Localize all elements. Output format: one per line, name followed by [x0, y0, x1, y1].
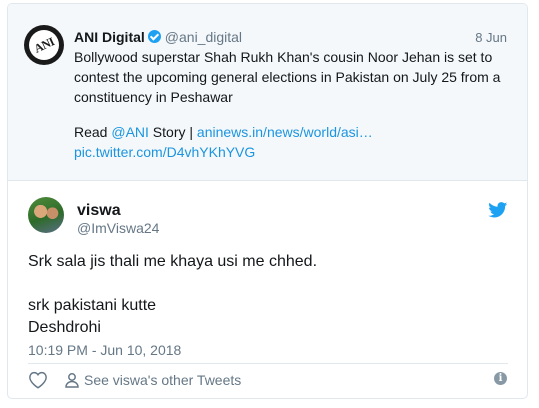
info-icon[interactable]: i — [494, 372, 507, 385]
user-display-name[interactable]: viswa — [77, 202, 121, 220]
quoted-tweet[interactable]: ANI ANI Digital @ani_digital 8 Jun Bollyw… — [8, 4, 527, 181]
read-prefix: Read — [74, 124, 112, 140]
aninews-link[interactable]: aninews.in/news/world/asi… — [197, 124, 373, 140]
twitter-bird-icon[interactable] — [488, 202, 508, 218]
pic-link-line: pic.twitter.com/D4vhYKhYVG — [74, 142, 255, 162]
heart-icon[interactable] — [28, 371, 48, 389]
quoted-author-name[interactable]: ANI Digital — [74, 29, 145, 45]
ani-avatar[interactable]: ANI — [24, 25, 64, 65]
pic-twitter-link[interactable]: pic.twitter.com/D4vhYKhYVG — [74, 144, 255, 160]
quoted-tweet-text: Bollywood superstar Shah Rukh Khan's cou… — [74, 49, 501, 105]
tweet-line: srk pakistani kutte — [28, 297, 157, 314]
embedded-tweet-card: ANI ANI Digital @ani_digital 8 Jun Bollyw… — [7, 3, 528, 399]
user-handle[interactable]: @ImViswa24 — [77, 220, 159, 236]
ani-logo: ANI — [29, 30, 59, 60]
divider — [28, 363, 508, 364]
quoted-tweet-date[interactable]: 8 Jun — [475, 30, 507, 45]
person-icon[interactable] — [64, 372, 80, 388]
quoted-tweet-header: ANI Digital @ani_digital — [74, 29, 242, 45]
verified-badge-icon — [147, 30, 161, 43]
tweet-timestamp[interactable]: 10:19 PM - Jun 10, 2018 — [28, 342, 181, 358]
ani-mention-link[interactable]: @ANI — [111, 124, 149, 140]
see-other-tweets-link[interactable]: See viswa's other Tweets — [84, 372, 241, 388]
user-avatar[interactable] — [28, 197, 64, 233]
quoted-author-handle[interactable]: @ani_digital — [165, 29, 242, 45]
read-middle: Story | — [148, 124, 197, 140]
tweet-text: Srk sala jis thali me khaya usi me chhed… — [28, 251, 508, 339]
tweet-actions: See viswa's other Tweets — [28, 368, 241, 392]
quoted-read-line: Read @ANI Story | aninews.in/news/world/… — [74, 122, 373, 142]
tweet-line: Srk sala jis thali me khaya usi me chhed… — [28, 253, 318, 270]
ani-logo-text: ANI — [31, 33, 57, 56]
tweet-line: Deshdrohi — [28, 319, 101, 336]
